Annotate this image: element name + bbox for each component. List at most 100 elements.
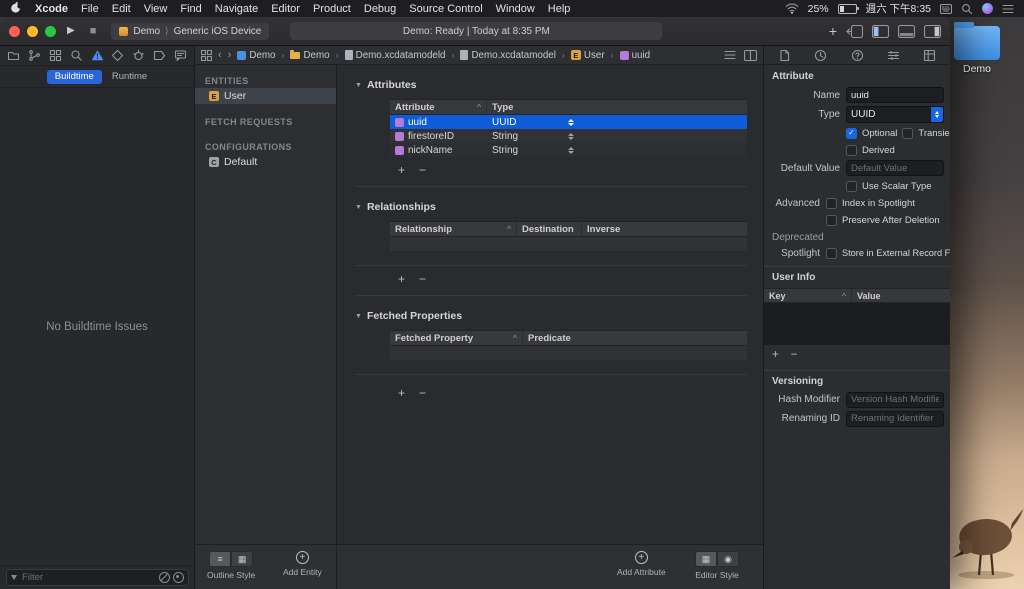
- add-fetched-property-plus-button[interactable]: +: [398, 387, 405, 399]
- menu-debug[interactable]: Debug: [364, 3, 396, 15]
- remove-user-info-minus-button[interactable]: −: [791, 349, 798, 362]
- breadcrumb-entity[interactable]: E User: [570, 50, 605, 61]
- debug-navigator-icon[interactable]: [132, 49, 145, 62]
- split-editor-icon[interactable]: [744, 49, 757, 61]
- use-scalar-type-checkbox[interactable]: [846, 180, 857, 192]
- menu-view[interactable]: View: [144, 3, 168, 15]
- menu-help[interactable]: Help: [548, 3, 571, 15]
- minimap-menu-icon[interactable]: [724, 50, 736, 60]
- type-popup-stepper-icon[interactable]: [568, 146, 574, 154]
- desktop-folder-demo[interactable]: Demo: [946, 22, 1008, 75]
- forward-button[interactable]: ›: [228, 49, 232, 61]
- outline-style-grid-button[interactable]: ▦: [231, 551, 254, 567]
- default-value-field[interactable]: [846, 160, 944, 176]
- show-errors-only-icon[interactable]: [159, 572, 170, 583]
- spotlight-search-icon[interactable]: [961, 3, 973, 15]
- test-navigator-icon[interactable]: [111, 49, 124, 62]
- filter-input[interactable]: [20, 571, 156, 584]
- input-source-icon[interactable]: [940, 3, 952, 14]
- menu-clock[interactable]: 週六 下午8:35: [866, 1, 931, 16]
- run-button[interactable]: ▶: [63, 24, 79, 38]
- column-header-fetched-property[interactable]: Fetched Property ^: [390, 331, 523, 345]
- apple-menu[interactable]: [10, 1, 22, 17]
- library-button[interactable]: +: [829, 24, 837, 38]
- add-relationship-plus-button[interactable]: +: [398, 273, 405, 285]
- menu-xcode[interactable]: Xcode: [35, 3, 68, 15]
- editor-options-icon[interactable]: [846, 24, 863, 38]
- type-popup-stepper-icon[interactable]: [568, 118, 574, 126]
- type-popup-stepper-icon[interactable]: [568, 132, 574, 140]
- menu-file[interactable]: File: [81, 3, 99, 15]
- minimize-window-button[interactable]: [27, 25, 38, 37]
- add-attribute-button[interactable]: + Add Attribute: [617, 551, 666, 577]
- editor-style-table-button[interactable]: ▦: [695, 551, 717, 567]
- data-model-inspector-icon[interactable]: [923, 49, 936, 62]
- disclosure-triangle-icon[interactable]: ▼: [355, 204, 362, 211]
- filter-field[interactable]: [6, 569, 189, 586]
- zoom-window-button[interactable]: [45, 25, 56, 37]
- add-entity-button[interactable]: + Add Entity: [283, 551, 322, 577]
- preserve-after-deletion-checkbox[interactable]: [826, 214, 837, 226]
- disclosure-triangle-icon[interactable]: ▼: [355, 313, 362, 320]
- add-attribute-plus-button[interactable]: +: [398, 164, 405, 176]
- siri-icon[interactable]: [982, 3, 993, 14]
- back-button[interactable]: ‹: [218, 49, 222, 61]
- symbol-navigator-icon[interactable]: [49, 49, 62, 62]
- quick-help-inspector-icon[interactable]: [851, 49, 864, 62]
- breadcrumb-group[interactable]: Demo: [290, 50, 330, 61]
- project-navigator-icon[interactable]: [7, 49, 20, 62]
- disclosure-triangle-icon[interactable]: ▼: [355, 82, 362, 89]
- menu-edit[interactable]: Edit: [112, 3, 131, 15]
- breadcrumb-xcdatamodel[interactable]: Demo.xcdatamodel: [460, 50, 556, 61]
- configuration-row-default[interactable]: C Default: [195, 154, 336, 170]
- tab-buildtime[interactable]: Buildtime: [46, 69, 102, 84]
- remove-attribute-minus-button[interactable]: −: [419, 164, 426, 176]
- stop-button[interactable]: ■: [86, 24, 101, 39]
- column-header-key[interactable]: Key ^: [764, 289, 852, 302]
- menu-find[interactable]: Find: [180, 3, 201, 15]
- tab-runtime[interactable]: Runtime: [112, 71, 147, 82]
- transient-checkbox[interactable]: [902, 127, 914, 139]
- index-in-spotlight-checkbox[interactable]: [826, 197, 837, 209]
- type-popup[interactable]: UUID: [846, 106, 944, 123]
- attribute-row-uuid[interactable]: uuid UUID: [390, 115, 747, 129]
- source-control-navigator-icon[interactable]: [28, 49, 41, 62]
- related-items-icon[interactable]: [201, 49, 212, 61]
- editor-style-graph-button[interactable]: ◉: [717, 551, 739, 567]
- connections-inspector-icon[interactable]: [887, 49, 900, 62]
- close-window-button[interactable]: [9, 25, 20, 37]
- store-external-record-checkbox[interactable]: [826, 247, 837, 259]
- optional-checkbox[interactable]: ✓: [846, 127, 857, 139]
- breadcrumb-project[interactable]: Demo: [237, 50, 275, 61]
- name-field[interactable]: [846, 87, 944, 103]
- column-header-destination[interactable]: Destination: [517, 222, 582, 236]
- attribute-row-nickname[interactable]: nickName String: [390, 143, 747, 157]
- entity-row-user[interactable]: E User: [195, 88, 336, 104]
- menu-product[interactable]: Product: [313, 3, 351, 15]
- column-header-attribute[interactable]: Attribute ^: [390, 100, 487, 114]
- menu-source-control[interactable]: Source Control: [409, 3, 482, 15]
- issue-navigator-icon[interactable]: [91, 49, 104, 62]
- menu-editor[interactable]: Editor: [271, 3, 300, 15]
- scheme-selector[interactable]: Demo ⟩ Generic iOS Device: [111, 22, 270, 40]
- remove-fetched-property-minus-button[interactable]: −: [419, 387, 426, 399]
- add-user-info-plus-button[interactable]: +: [772, 349, 779, 362]
- column-header-predicate[interactable]: Predicate: [523, 331, 747, 345]
- toggle-inspector-button[interactable]: [924, 24, 941, 38]
- wifi-icon[interactable]: [785, 3, 799, 14]
- column-header-relationship[interactable]: Relationship ^: [390, 222, 517, 236]
- history-inspector-icon[interactable]: [814, 49, 827, 62]
- hash-modifier-field[interactable]: [846, 391, 944, 408]
- column-header-type[interactable]: Type: [487, 100, 747, 114]
- battery-icon[interactable]: [837, 3, 859, 14]
- toggle-navigator-button[interactable]: [872, 24, 889, 38]
- breadcrumb-xcdatamodeld[interactable]: Demo.xcdatamodeld: [344, 50, 445, 61]
- remove-relationship-minus-button[interactable]: −: [419, 273, 426, 285]
- menu-window[interactable]: Window: [496, 3, 535, 15]
- breadcrumb-attribute[interactable]: uuid: [619, 50, 650, 61]
- attribute-row-firestoreid[interactable]: firestoreID String: [390, 129, 747, 143]
- breakpoint-navigator-icon[interactable]: [153, 49, 166, 62]
- notification-center-icon[interactable]: [1002, 4, 1014, 14]
- derived-checkbox[interactable]: [846, 144, 857, 156]
- column-header-value[interactable]: Value: [852, 291, 950, 301]
